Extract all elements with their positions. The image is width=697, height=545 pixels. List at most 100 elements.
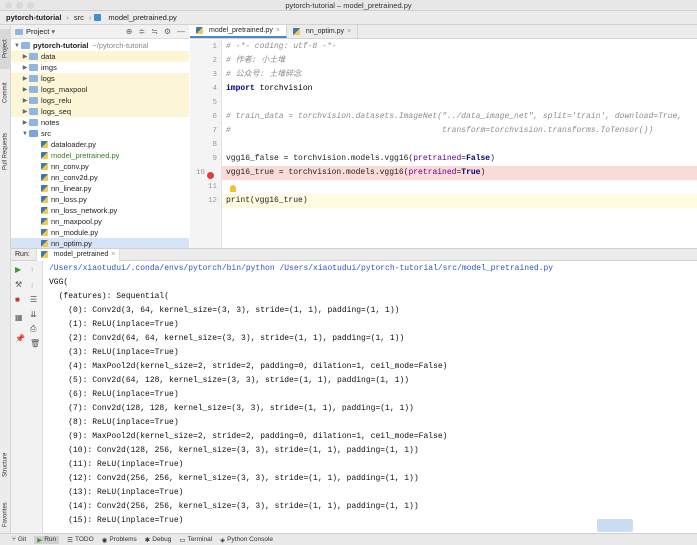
title-bar: pytorch-tutorial – model_pretrained.py [0,0,697,11]
tab-label: nn_optim.py [305,28,345,35]
chevron-right-icon[interactable]: ▶ [21,64,29,71]
wrench-icon[interactable]: ⚒ [15,280,22,289]
tree-item-file[interactable]: nn_conv2d.py [11,172,189,183]
chevron-right-icon[interactable]: ▶ [21,108,29,115]
breadcrumb-project[interactable]: pytorch-tutorial [4,13,63,22]
collapse-all-icon[interactable]: ≑ [138,27,145,36]
trash-icon[interactable]: 🗑 [30,339,40,348]
console-line: (3): ReLU(inplace=True) [49,348,179,357]
chevron-right-icon[interactable]: ▶ [21,75,29,82]
run-tab-label: model_pretrained [53,251,109,258]
chevron-right-icon[interactable]: ▶ [21,97,29,104]
project-view-selector[interactable]: Project [26,27,49,36]
tree-item-imgs[interactable]: ▶ imgs [11,62,189,73]
tree-item-src[interactable]: ▼ src [11,128,189,139]
tree-item-notes[interactable]: ▶ notes [11,117,189,128]
pull-requests-tool-tab[interactable]: Pull Requests [0,121,11,181]
problems-tool-button[interactable]: ◉ Problems [102,536,137,544]
tree-item-label: nn_linear.py [51,184,92,193]
print-icon[interactable]: ⎙ [30,324,36,334]
code-editor[interactable]: # -*- coding: utf-8 -*- # 作者: 小土堆 # 公众号:… [222,40,697,248]
console-line: (0): Conv2d(3, 64, kernel_size=(3, 3), s… [49,306,400,315]
console-output[interactable]: /Users/xiaotudui/.conda/envs/pytorch/bin… [43,261,697,533]
tab-model-pretrained[interactable]: model_pretrained.py × [190,25,287,38]
run-icon: ▶ [37,536,43,544]
chevron-down-icon[interactable]: ▾ [51,27,55,36]
breadcrumb-separator: › [88,13,92,22]
chevron-down-icon[interactable]: ▼ [13,43,21,49]
tree-item-logs-seq[interactable]: ▶ logs_seq [11,106,189,117]
tree-item-label: logs_maxpool [41,85,88,94]
tab-nn-optim[interactable]: nn_optim.py × [287,25,359,38]
folder-icon [29,75,38,82]
close-icon[interactable]: × [276,27,280,34]
close-icon[interactable]: × [111,251,115,258]
tree-item-file[interactable]: nn_module.py [11,227,189,238]
tree-item-file[interactable]: nn_conv.py [11,161,189,172]
tree-item-file[interactable]: model_pretrained.py [11,150,189,161]
favorites-tool-tab[interactable]: Favorites [0,495,11,535]
rerun-icon[interactable]: ▶ [15,265,21,274]
structure-tool-tab[interactable]: Structure [0,443,11,487]
console-line: (9): MaxPool2d(kernel_size=2, stride=2, … [49,432,448,441]
tree-item-file[interactable]: nn_loss.py [11,194,189,205]
breakpoint-icon[interactable] [207,172,214,179]
console-line: (6): ReLU(inplace=True) [49,390,179,399]
tree-item-label: nn_conv2d.py [51,173,98,182]
locate-icon[interactable]: ⊕ [126,27,133,36]
chevron-right-icon[interactable]: ▶ [21,86,29,93]
stop-icon[interactable]: ■ [15,295,20,304]
project-panel-header: Project ▾ ⊕ ≑ ≒ ⚙ — [11,25,189,39]
pin-icon[interactable]: 📌 [15,334,25,343]
chevron-right-icon[interactable]: ▶ [21,119,29,126]
tree-item-file[interactable]: nn_maxpool.py [11,216,189,227]
arrow-up-icon[interactable]: ↑ [30,265,34,274]
python-file-icon [41,240,48,247]
editor-gutter[interactable]: 1 2 3 4 5 6 7 8 9 10 11 12 [190,40,222,248]
tree-item-file[interactable]: nn_loss_network.py [11,205,189,216]
soft-wrap-icon[interactable]: ☰ [30,295,37,304]
folder-icon [29,53,38,60]
tree-root[interactable]: ▼ pytorch-tutorial ~/pytorch-tutorial [11,40,189,51]
breadcrumb-file[interactable]: model_pretrained.py [106,13,178,22]
scroll-to-end-icon[interactable]: ⇊ [30,310,37,319]
console-line: (4): MaxPool2d(kernel_size=2, stride=2, … [49,362,448,371]
tree-item-file[interactable]: dataloader.py [11,139,189,150]
code-line: # transform=torchvision.transforms.ToTen… [226,126,654,135]
hide-panel-icon[interactable]: — [177,27,185,36]
arrow-down-icon[interactable]: ↓ [30,280,34,289]
tree-item-path: ~/pytorch-tutorial [92,41,149,50]
tree-item-logs[interactable]: ▶ logs [11,73,189,84]
tree-item-logs-relu[interactable]: ▶ logs_relu [11,95,189,106]
intention-bulb-icon[interactable] [230,185,236,192]
console-line: VGG( [49,278,69,287]
tree-item-label: logs [41,74,55,83]
commit-tool-tab[interactable]: Commit [0,73,11,113]
floating-overlay-button[interactable] [597,519,633,532]
tree-item-file[interactable]: nn_linear.py [11,183,189,194]
folder-icon [29,119,38,126]
todo-tool-button[interactable]: ☰ TODO [67,536,94,544]
tree-item-label: nn_optim.py [51,239,92,248]
chevron-right-icon[interactable]: ▶ [21,53,29,60]
breadcrumb-folder[interactable]: src [72,13,86,22]
gear-icon[interactable]: ⚙ [164,27,171,36]
terminal-tool-button[interactable]: ▭ Terminal [179,536,212,544]
line-number: 9 [212,155,217,163]
expand-all-icon[interactable]: ≒ [151,27,158,36]
chevron-down-icon[interactable]: ▼ [21,131,29,137]
project-tool-tab[interactable]: Project [0,29,11,69]
tree-item-data[interactable]: ▶ data [11,51,189,62]
run-toolbar: ▶ ↑ ⚒ ↓ ■ ☰ ▦ ⇊ ⎙ 📌 🗑 [11,261,43,533]
console-line: (12): Conv2d(256, 256, kernel_size=(3, 3… [49,474,419,483]
tree-item-logs-maxpool[interactable]: ▶ logs_maxpool [11,84,189,95]
debug-tool-button[interactable]: ✱ Debug [145,536,172,544]
run-tool-button[interactable]: ▶ Run [34,535,60,544]
python-console-tool-button[interactable]: ◈ Python Console [220,536,273,544]
git-tool-button[interactable]: ⑂ Git [12,536,26,543]
layout-icon[interactable]: ▦ [15,313,23,322]
tree-item-file-selected[interactable]: nn_optim.py [11,238,189,248]
tree-item-label: logs_relu [41,96,72,105]
run-tab[interactable]: model_pretrained × [35,248,121,261]
close-icon[interactable]: × [347,28,351,35]
